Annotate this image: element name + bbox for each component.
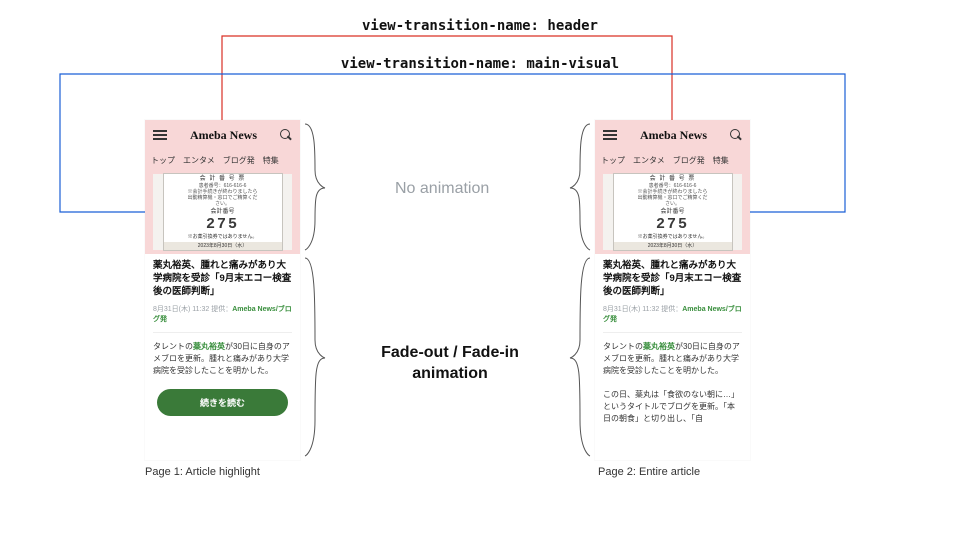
nav-tabs: トップ エンタメ ブログ発 特集: [595, 150, 750, 170]
caption-page1: Page 1: Article highlight: [145, 466, 260, 478]
no-animation-label: No animation: [395, 180, 489, 198]
ticket-num-label: 会計番号: [168, 209, 278, 216]
tab-feature[interactable]: 特集: [263, 155, 279, 166]
ticket-date: 2023年8月30日（水）: [164, 242, 282, 250]
tab-entame[interactable]: エンタメ: [183, 155, 215, 166]
body-pre: タレントの: [153, 342, 193, 351]
body-link[interactable]: 薬丸裕英: [193, 342, 225, 351]
article-body-preview: タレントの薬丸裕英が30日に自身のアメブロを更新。腫れと痛みがあり大学病院を受診…: [145, 337, 300, 381]
main-visual: 会 計 番 号 票 患者番号：616-616-6 ※会計手続きが終わりましたら …: [145, 170, 300, 254]
article-meta: 8月31日(木) 11:32 提供：Ameba News/ブログ発: [595, 304, 750, 328]
site-logo[interactable]: Ameba News: [190, 128, 257, 143]
ticket-sub2: ※会計手続きが終わりましたら 出動精算機・窓口でご精算くだ さい。: [168, 189, 278, 207]
divider: [603, 332, 742, 333]
divider: [153, 332, 292, 333]
tab-blog[interactable]: ブログ発: [223, 155, 255, 166]
tab-top[interactable]: トップ: [601, 155, 625, 166]
ticket-num: 275: [618, 216, 728, 234]
article-headline[interactable]: 薬丸裕英、腫れと痛みがあり大学病院を受診「9月末エコー検査後の医師判断」: [145, 254, 300, 304]
ticket-date: 2023年8月30日（水）: [614, 242, 732, 250]
meta-date: 8月31日(木) 11:32: [153, 306, 209, 313]
meta-date: 8月31日(木) 11:32: [603, 306, 659, 313]
tab-blog[interactable]: ブログ発: [673, 155, 705, 166]
body-para2: この日、薬丸は「食欲のない朝に…」というタイトルでブログを更新。「本日の朝食」と…: [603, 390, 739, 423]
body-link[interactable]: 薬丸裕英: [643, 342, 675, 351]
header-region: Ameba News トップ エンタメ ブログ発 特集: [145, 120, 300, 170]
fade-line2: animation: [412, 365, 488, 382]
hamburger-icon[interactable]: [603, 130, 617, 140]
caption-page2: Page 2: Entire article: [598, 466, 700, 478]
meta-provider-label: 提供：: [211, 306, 232, 313]
ticket-title: 会 計 番 号 票: [618, 176, 728, 183]
ticket-image: 会 計 番 号 票 患者番号：616-616-6 ※会計手続きが終わりましたら …: [613, 173, 733, 251]
article-body-full: タレントの薬丸裕英が30日に自身のアメブロを更新。腫れと痛みがあり大学病院を受診…: [595, 337, 750, 429]
ticket-note: ※お薬引換券ではありません。: [168, 234, 278, 240]
fade-animation-label: Fade-out / Fade-in animation: [370, 343, 530, 385]
ticket-sub2: ※会計手続きが終わりましたら 出動精算機・窓口でご精算くだ さい。: [618, 189, 728, 207]
meta-provider-label: 提供：: [661, 306, 682, 313]
article-meta: 8月31日(木) 11:32 提供：Ameba News/ブログ発: [145, 304, 300, 328]
ticket-num: 275: [168, 216, 278, 234]
ticket-image: 会 計 番 号 票 患者番号：616-616-6 ※会計手続きが終わりましたら …: [163, 173, 283, 251]
body-pre: タレントの: [603, 342, 643, 351]
main-visual: 会 計 番 号 票 患者番号：616-616-6 ※会計手続きが終わりましたら …: [595, 170, 750, 254]
nav-tabs: トップ エンタメ ブログ発 特集: [145, 150, 300, 170]
tab-top[interactable]: トップ: [151, 155, 175, 166]
ticket-note: ※お薬引換券ではありません。: [618, 234, 728, 240]
read-more-button[interactable]: 続きを読む: [157, 389, 288, 416]
phone-page2: Ameba News トップ エンタメ ブログ発 特集 会 計 番 号 票 患者…: [595, 120, 750, 460]
header-annotation: view-transition-name: header: [362, 18, 598, 34]
tab-entame[interactable]: エンタメ: [633, 155, 665, 166]
ticket-num-label: 会計番号: [618, 209, 728, 216]
search-icon[interactable]: [730, 129, 742, 141]
hamburger-icon[interactable]: [153, 130, 167, 140]
tab-feature[interactable]: 特集: [713, 155, 729, 166]
header-region: Ameba News トップ エンタメ ブログ発 特集: [595, 120, 750, 170]
ticket-title: 会 計 番 号 票: [168, 176, 278, 183]
connector-lines: view-transition-name: header view-transi…: [0, 0, 960, 540]
site-logo[interactable]: Ameba News: [640, 128, 707, 143]
fade-line1: Fade-out / Fade-in: [381, 344, 519, 361]
phone-page1: Ameba News トップ エンタメ ブログ発 特集 会 計 番 号 票 患者…: [145, 120, 300, 460]
visual-annotation: view-transition-name: main-visual: [341, 56, 619, 72]
article-headline[interactable]: 薬丸裕英、腫れと痛みがあり大学病院を受診「9月末エコー検査後の医師判断」: [595, 254, 750, 304]
search-icon[interactable]: [280, 129, 292, 141]
